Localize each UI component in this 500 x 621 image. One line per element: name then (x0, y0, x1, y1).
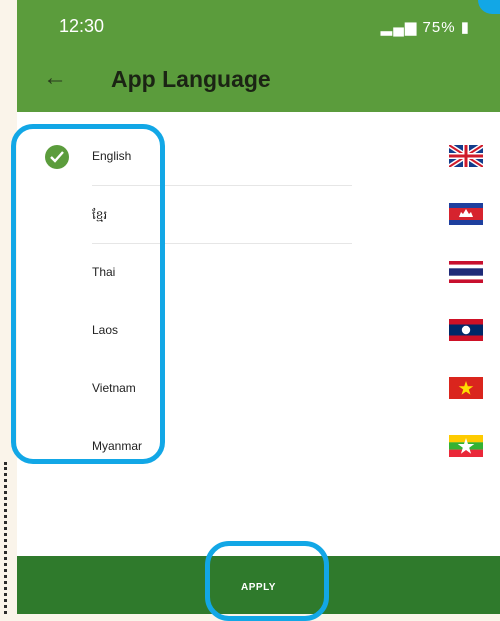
phone-screen: 12:30 ▂▄▆ 75% ▮ ← App Language English ខ… (17, 0, 500, 614)
status-icons: ▂▄▆ 75% ▮ (381, 18, 470, 36)
check-icon (45, 145, 69, 169)
apply-button[interactable]: APPLY (17, 556, 500, 614)
arrow-left-icon[interactable]: ← (43, 62, 67, 94)
language-label: ខ្មែរ (92, 208, 108, 222)
language-item-khmer[interactable]: ខ្មែរ (17, 186, 500, 244)
page-title: App Language (111, 66, 271, 92)
thailand-flag-icon (449, 261, 483, 283)
status-time: 12:30 (59, 16, 105, 36)
app-bar: ← App Language (17, 48, 500, 112)
battery-icon: ▮ (460, 19, 470, 36)
language-label: Vietnam (92, 381, 136, 395)
language-label: English (92, 149, 132, 163)
uk-flag-icon (449, 145, 483, 167)
vietnam-flag-icon (449, 377, 483, 399)
language-label: Myanmar (92, 439, 143, 453)
signal-icon: ▂▄▆ (380, 19, 418, 36)
battery-percent: 75% (422, 19, 456, 36)
language-label: Laos (92, 323, 119, 337)
language-item-laos[interactable]: Laos (17, 302, 500, 360)
apply-bar: APPLY (17, 556, 500, 614)
status-bar: 12:30 ▂▄▆ 75% ▮ (17, 0, 500, 48)
language-item-vietnam[interactable]: Vietnam (17, 360, 500, 418)
laos-flag-icon (449, 319, 483, 341)
language-item-thai[interactable]: Thai (17, 244, 500, 302)
cambodia-flag-icon (449, 203, 483, 225)
myanmar-flag-icon (449, 435, 483, 457)
language-item-english[interactable]: English (17, 128, 500, 186)
dotted-connector (4, 462, 7, 614)
language-item-myanmar[interactable]: Myanmar (17, 418, 500, 476)
language-label: Thai (92, 265, 116, 279)
